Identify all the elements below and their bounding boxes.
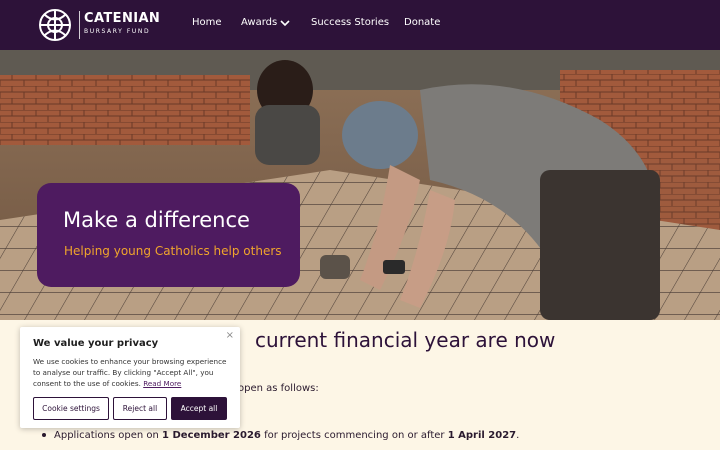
bullet-middle: for projects commencing on or after	[260, 430, 448, 441]
nav-success-stories[interactable]: Success Stories	[311, 17, 389, 28]
nav-awards[interactable]: Awards	[241, 17, 277, 28]
nav-donate[interactable]: Donate	[404, 17, 440, 28]
cookie-settings-button[interactable]: Cookie settings	[33, 397, 109, 420]
list-item: Applications open on 1 December 2026 for…	[42, 430, 519, 441]
celtic-knot-icon[interactable]	[36, 7, 74, 43]
hero-callout: Make a difference Helping young Catholic…	[37, 183, 300, 287]
logo-divider	[79, 11, 80, 39]
hero-banner: Make a difference Helping young Catholic…	[0, 50, 720, 320]
reject-all-button[interactable]: Reject all	[113, 397, 167, 420]
chevron-down-icon[interactable]	[280, 19, 290, 27]
cookie-text: We use cookies to enhance your browsing …	[33, 356, 233, 389]
cookie-title: We value your privacy	[33, 338, 159, 349]
hero-subtitle: Helping young Catholics help others	[64, 244, 282, 258]
section-heading: current financial year are now	[255, 328, 556, 352]
cookie-body: We use cookies to enhance your browsing …	[33, 357, 227, 388]
bullet-dot	[42, 433, 46, 437]
nav-home[interactable]: Home	[192, 17, 222, 28]
bullet-suffix: .	[516, 430, 520, 441]
close-icon[interactable]: ×	[226, 330, 234, 341]
site-header: CATENIAN BURSARY FUND Home Awards Succes…	[0, 0, 720, 50]
start-date: 1 April 2027	[447, 430, 517, 441]
section-intro: open as follows:	[238, 383, 319, 394]
open-date: 1 December 2026	[162, 430, 261, 441]
brand-subtitle: BURSARY FUND	[84, 28, 151, 35]
brand-name[interactable]: CATENIAN	[84, 11, 160, 26]
read-more-link[interactable]: Read More	[143, 379, 181, 388]
accept-all-button[interactable]: Accept all	[171, 397, 227, 420]
cookie-banner: × We value your privacy We use cookies t…	[20, 327, 240, 428]
hero-title: Make a difference	[63, 208, 250, 232]
bullet-prefix: Applications open on	[54, 430, 163, 441]
